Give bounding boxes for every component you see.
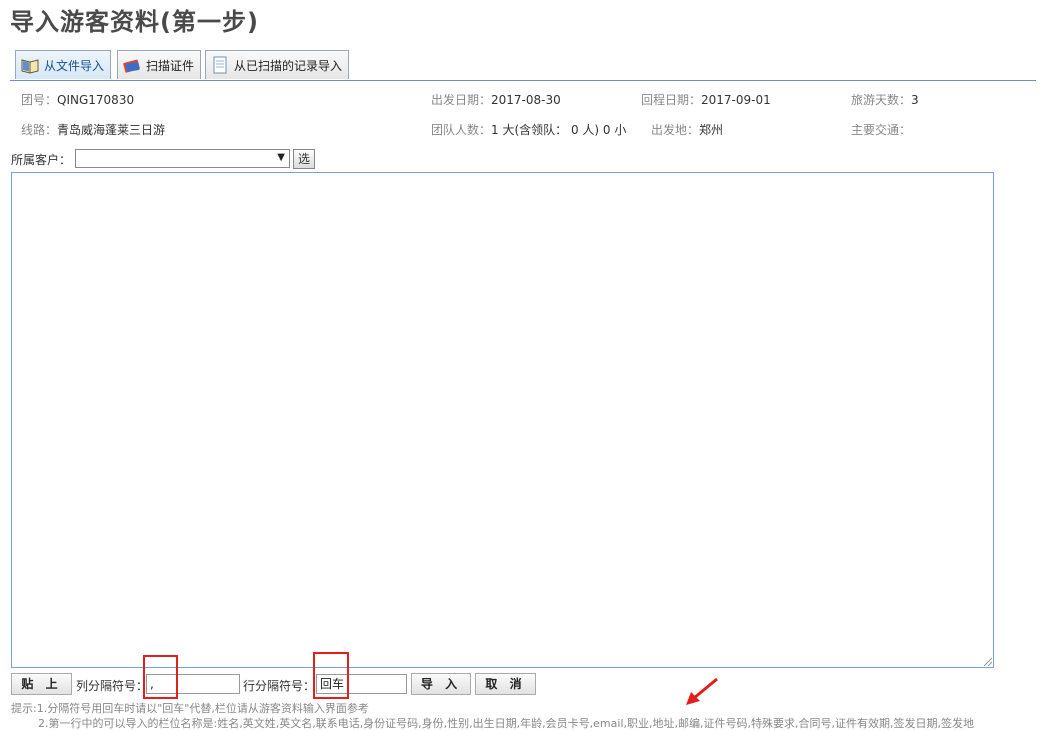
group-no: 团号：QING170830 [21, 93, 135, 107]
hint-line-2: 2.第一行中的可以导入的栏位名称是:姓名,英文姓,英文名,联系电话,身份证号码,… [38, 717, 974, 730]
paste-button[interactable]: 贴 上 [11, 673, 72, 695]
hint-line-1: 提示:1.分隔符号用回车时请以"回车"代替,栏位请从游客资料输入界面参考 [11, 702, 369, 715]
tab-label: 从已扫描的记录导入 [234, 58, 343, 73]
return-date: 回程日期：2017-09-01 [641, 93, 771, 107]
tour-days: 旅游天数：3 [851, 93, 919, 107]
tab-label: 从文件导入 [44, 58, 105, 73]
resize-handle-icon[interactable] [984, 658, 992, 666]
column-separator-label: 列分隔符号： [76, 679, 149, 693]
tab-scan-id[interactable]: 扫描证件 [117, 50, 201, 79]
import-textarea[interactable] [11, 172, 994, 668]
tab-divider [10, 80, 1036, 81]
row-separator-highlight [313, 652, 349, 699]
column-separator-highlight [143, 655, 178, 699]
import-button[interactable]: 导 入 [411, 673, 471, 695]
depart-date: 出发日期：2017-08-30 [431, 93, 561, 107]
choose-customer-button[interactable]: 选 [293, 149, 315, 169]
main-transport: 主要交通： [851, 123, 912, 137]
tab-import-from-scanned-records[interactable]: 从已扫描的记录导入 [205, 50, 349, 79]
id-card-icon [122, 56, 142, 74]
customer-select-value [76, 150, 79, 164]
route: 线路：青岛威海蓬莱三日游 [21, 123, 166, 137]
tab-import-from-file[interactable]: 从文件导入 [15, 50, 111, 79]
customer-select[interactable]: ▼ [75, 149, 290, 168]
page-title: 导入游客资料(第一步) [10, 8, 259, 36]
red-arrow-icon [686, 677, 718, 705]
cancel-button[interactable]: 取 消 [475, 673, 536, 695]
document-icon [210, 56, 230, 74]
tab-label: 扫描证件 [146, 58, 195, 73]
book-icon [20, 56, 40, 74]
headcount: 团队人数：1 大(含领队： 0 人) 0 小 [431, 123, 627, 137]
row-separator-label: 行分隔符号： [243, 679, 316, 693]
customer-label: 所属客户： [11, 153, 72, 167]
origin: 出发地：郑州 [651, 123, 724, 137]
chevron-down-icon: ▼ [277, 152, 285, 163]
